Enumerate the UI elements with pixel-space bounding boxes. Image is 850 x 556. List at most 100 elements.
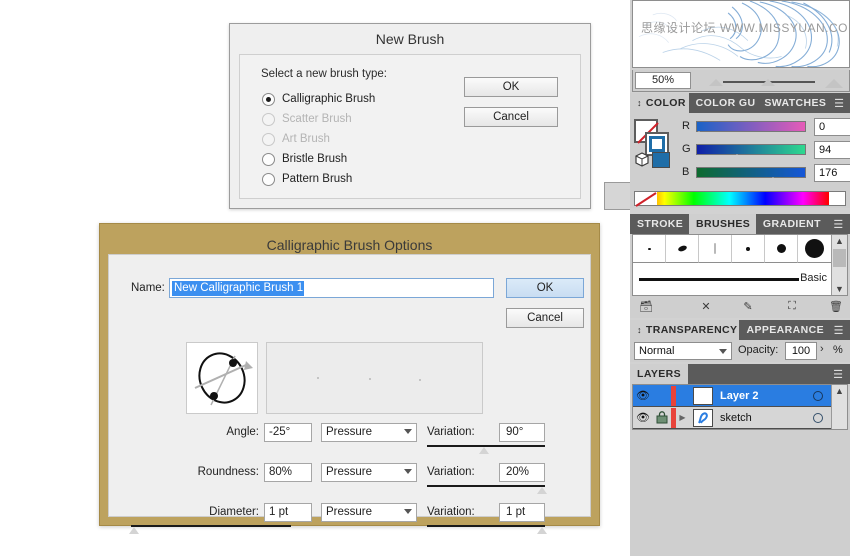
scrollbar-thumb[interactable] xyxy=(833,249,846,267)
angle-variation-input[interactable]: 90° xyxy=(499,423,545,442)
panel-menu-icon[interactable]: ☰ xyxy=(826,214,850,234)
radio-pattern-brush[interactable]: Pattern Brush xyxy=(262,169,375,189)
radio-bristle-brush[interactable]: Bristle Brush xyxy=(262,149,375,169)
chevron-down-icon xyxy=(404,509,412,514)
tab-transparency[interactable]: ↕ TRANSPARENCY xyxy=(630,320,740,340)
tab-appearance[interactable]: APPEARANCE xyxy=(739,320,828,340)
diameter-variation-slider-thumb[interactable] xyxy=(537,527,547,534)
expand-arrow-icon[interactable]: ▶ xyxy=(676,413,689,422)
radio-calligraphic-brush[interactable]: Calligraphic Brush xyxy=(262,89,375,109)
angle-variation-slider-thumb[interactable] xyxy=(479,447,489,454)
fill-stroke-controls[interactable] xyxy=(634,119,676,168)
panel-menu-icon[interactable]: ☰ xyxy=(827,320,850,340)
radio-label: Scatter Brush xyxy=(282,113,352,125)
brush-item-basic[interactable]: Basic xyxy=(633,264,831,296)
application-window: New Brush Select a new brush type: Calli… xyxy=(0,0,850,556)
brush-item[interactable] xyxy=(699,235,732,263)
blend-mode-select[interactable]: Normal xyxy=(634,342,732,360)
angle-value-input[interactable]: -25° xyxy=(264,423,312,442)
roundness-variation-slider-thumb[interactable] xyxy=(537,487,547,494)
channel-value-r[interactable]: 0 xyxy=(814,118,850,136)
diameter-value-input[interactable]: 1 pt xyxy=(264,503,312,522)
angle-source-select[interactable]: Pressure xyxy=(321,423,417,442)
color-panel-body: R 0 G 94 B 176 xyxy=(630,113,850,208)
new-brush-icon[interactable]: ⛶ xyxy=(782,299,802,315)
roundness-source-select[interactable]: Pressure xyxy=(321,463,417,482)
channel-ramp-b[interactable] xyxy=(696,167,806,178)
new-brush-ok-button[interactable]: OK xyxy=(464,77,558,97)
transparency-panel: ↕ TRANSPARENCY APPEARANCE ☰ Normal Opaci… xyxy=(630,320,850,362)
color-cube-icon[interactable] xyxy=(634,151,650,167)
diameter-slider-track[interactable] xyxy=(131,525,291,527)
roundness-value-input[interactable]: 80% xyxy=(264,463,312,482)
brush-item[interactable] xyxy=(798,235,831,263)
channel-thumb-b[interactable] xyxy=(768,177,778,183)
channel-value-b[interactable]: 176 xyxy=(814,164,850,182)
chevron-down-icon[interactable]: ▼ xyxy=(835,284,844,294)
diameter-source-select[interactable]: Pressure xyxy=(321,503,417,522)
brush-item[interactable] xyxy=(732,235,765,263)
channel-ramp-r[interactable] xyxy=(696,121,806,132)
target-indicator-icon[interactable] xyxy=(813,412,823,423)
tab-color[interactable]: ↕ COLOR xyxy=(630,93,689,113)
chevron-up-icon[interactable]: ▲ xyxy=(835,386,844,396)
tab-gradient[interactable]: GRADIENT xyxy=(755,214,827,234)
tab-stroke[interactable]: STROKE xyxy=(630,214,690,234)
layer-row-sketch[interactable]: 👁 ▶ sketch xyxy=(633,407,831,429)
tab-brushes[interactable]: BRUSHES xyxy=(689,214,756,234)
channel-thumb-r[interactable] xyxy=(694,131,704,137)
opacity-input[interactable]: 100 xyxy=(785,342,817,360)
calligraphic-cancel-button[interactable]: Cancel xyxy=(506,308,584,328)
eye-icon[interactable]: 👁 xyxy=(633,411,653,424)
panel-menu-icon[interactable]: ☰ xyxy=(828,93,850,113)
brushes-list: Basic ▲ ▼ xyxy=(632,234,848,296)
layers-list: 👁 Layer 2 👁 ▶ sketch ▲ xyxy=(632,384,848,430)
none-swatch[interactable] xyxy=(635,192,657,207)
tab-color-guide[interactable]: COLOR GU xyxy=(688,93,758,113)
remove-brush-stroke-icon[interactable]: ✕ xyxy=(696,299,716,315)
diameter-variation-label: Variation: xyxy=(427,506,475,518)
opacity-label: Opacity: xyxy=(738,344,779,356)
document-canvas-preview[interactable]: 思缘设计论坛 WWW.MISSYUAN.COM xyxy=(632,0,850,68)
channel-thumb-g[interactable] xyxy=(732,154,742,160)
diameter-variation-slider-track[interactable] xyxy=(427,525,545,527)
roundness-variation-input[interactable]: 20% xyxy=(499,463,545,482)
tab-label: COLOR GU xyxy=(695,96,756,109)
brush-item[interactable] xyxy=(633,235,666,263)
tab-swatches[interactable]: SWATCHES xyxy=(757,93,829,113)
delete-brush-icon[interactable]: 🗑 xyxy=(826,299,846,315)
document-status-bar: 50% xyxy=(632,70,850,92)
options-of-selected-object-icon[interactable]: ✎ xyxy=(738,299,758,315)
channel-value-g[interactable]: 94 xyxy=(814,141,850,159)
chevron-up-icon[interactable]: ▲ xyxy=(835,236,844,246)
lock-icon[interactable] xyxy=(653,411,671,424)
target-indicator-icon[interactable] xyxy=(813,390,823,401)
brush-libraries-icon[interactable]: 🗃 xyxy=(636,299,656,315)
scroll-thumb-icon[interactable] xyxy=(761,79,775,86)
roundness-variation-slider-track[interactable] xyxy=(427,485,545,487)
chevron-down-icon xyxy=(719,349,727,354)
brush-shape-editor[interactable] xyxy=(186,342,258,414)
color-spectrum-bar[interactable] xyxy=(634,191,846,207)
zoom-level-field[interactable]: 50% xyxy=(635,72,691,89)
layers-scrollbar[interactable]: ▲ xyxy=(831,385,847,429)
layers-panel-tabs: LAYERS ☰ xyxy=(630,364,850,384)
opacity-stepper-icon[interactable]: › xyxy=(820,343,824,355)
tab-layers[interactable]: LAYERS xyxy=(630,364,689,384)
brush-name-input[interactable]: New Calligraphic Brush 1 xyxy=(169,278,494,298)
diameter-slider-thumb[interactable] xyxy=(129,527,139,534)
new-brush-cancel-button[interactable]: Cancel xyxy=(464,107,558,127)
layer-row-layer-2[interactable]: 👁 Layer 2 xyxy=(633,385,831,407)
panel-menu-icon[interactable]: ☰ xyxy=(826,364,850,384)
horizontal-scrollbar[interactable] xyxy=(699,78,847,88)
channel-ramp-g[interactable] xyxy=(696,144,806,155)
eye-icon[interactable]: 👁 xyxy=(633,389,653,402)
current-color-swatch[interactable] xyxy=(652,152,670,168)
diameter-variation-input[interactable]: 1 pt xyxy=(499,503,545,522)
brush-item[interactable] xyxy=(765,235,798,263)
brushes-scrollbar[interactable]: ▲ ▼ xyxy=(831,235,847,295)
white-swatch[interactable] xyxy=(829,192,845,205)
calligraphic-ok-button[interactable]: OK xyxy=(506,278,584,298)
brush-item[interactable] xyxy=(666,235,699,263)
brush-thumbnail-icon xyxy=(746,246,750,251)
